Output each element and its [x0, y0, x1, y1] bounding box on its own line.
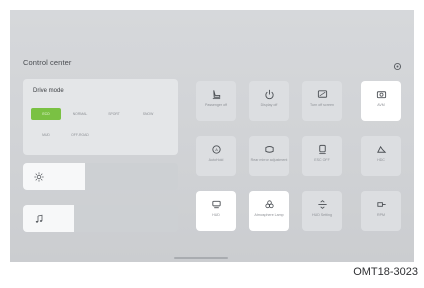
- tile-autohold[interactable]: A AutoHold: [196, 136, 236, 176]
- svg-text:A: A: [215, 147, 218, 151]
- camera-icon: [375, 88, 387, 100]
- mirror-icon: [263, 143, 275, 155]
- tile-label: HUD Setting: [312, 213, 332, 217]
- autohold-icon: A: [210, 143, 222, 155]
- tile-rear-mirror-adjustment[interactable]: Rear mirror adjustment: [249, 136, 289, 176]
- figure-caption: OMT18-3023: [353, 266, 418, 278]
- volume-slider[interactable]: [23, 205, 178, 232]
- tile-label: Display off: [260, 103, 278, 107]
- hdc-icon: [375, 143, 387, 155]
- page-title: Control center: [23, 58, 72, 67]
- tile-turn-off-screen[interactable]: Turn off screen: [302, 81, 342, 121]
- tile-atmosphere-lamp[interactable]: Atmosphere Lamp: [249, 191, 289, 231]
- tile-label: Rear mirror adjustment: [250, 158, 288, 162]
- tile-hud[interactable]: HUD: [196, 191, 236, 231]
- tile-label: HDC: [377, 158, 385, 162]
- tile-label: AVM: [377, 103, 385, 107]
- tile-label: Atmosphere Lamp: [254, 213, 284, 217]
- tile-hud-setting[interactable]: HUD Setting: [302, 191, 342, 231]
- mode-button-mud[interactable]: MUD: [31, 129, 61, 141]
- hud-setting-icon: [316, 198, 328, 210]
- tile-avm[interactable]: AVM: [361, 81, 401, 121]
- tile-label: ESC OFF: [314, 158, 330, 162]
- mode-button-normal[interactable]: NORMAL: [65, 108, 95, 120]
- mode-button-eco[interactable]: ECO: [31, 108, 61, 120]
- tile-label: HUD: [212, 213, 220, 217]
- drive-mode-row-1: ECO NORMAL SPORT SNOW: [31, 108, 163, 120]
- seat-icon: [210, 88, 222, 100]
- tile-label: Turn off screen: [310, 103, 334, 107]
- hud-icon: [210, 198, 222, 210]
- drive-mode-row-2: MUD OFF-ROAD: [31, 129, 95, 141]
- settings-icon[interactable]: [391, 60, 403, 72]
- home-indicator[interactable]: [174, 257, 228, 259]
- tile-passenger-off[interactable]: Passenger off: [196, 81, 236, 121]
- tile-esc-off[interactable]: ESC OFF: [302, 136, 342, 176]
- brightness-slider[interactable]: [23, 163, 178, 190]
- tile-rpm[interactable]: RPM: [361, 191, 401, 231]
- mode-button-sport[interactable]: SPORT: [99, 108, 129, 120]
- volume-slider-fill: [23, 205, 75, 232]
- mode-button-off-road[interactable]: OFF-ROAD: [65, 129, 95, 141]
- drive-mode-title: Drive mode: [33, 88, 64, 94]
- esc-icon: [316, 143, 328, 155]
- power-icon: [263, 88, 275, 100]
- rpm-icon: [375, 198, 387, 210]
- sun-icon: [33, 171, 44, 182]
- tile-label: AutoHold: [208, 158, 224, 162]
- tile-hdc[interactable]: HDC: [361, 136, 401, 176]
- music-note-icon: [33, 213, 44, 224]
- lamp-icon: [263, 198, 275, 210]
- tile-label: RPM: [377, 213, 385, 217]
- mode-button-snow[interactable]: SNOW: [133, 108, 163, 120]
- tile-label: Passenger off: [204, 103, 228, 107]
- screen-icon: [316, 88, 328, 100]
- tile-display-off[interactable]: Display off: [249, 81, 289, 121]
- drive-mode-panel: Drive mode ECO NORMAL SPORT SNOW MUD OFF…: [23, 79, 178, 155]
